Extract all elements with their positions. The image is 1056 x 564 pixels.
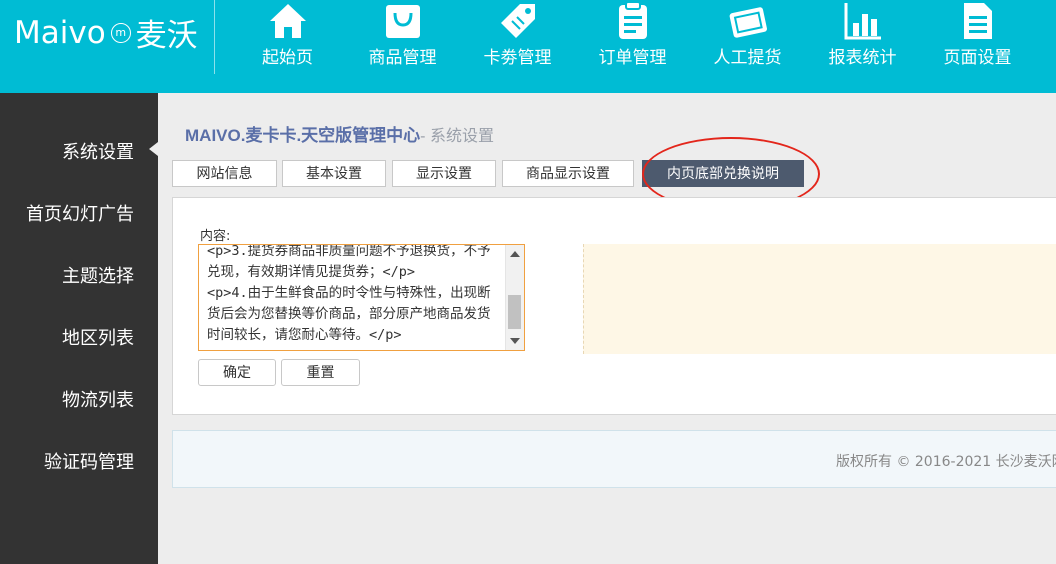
- preview-area: [583, 244, 1056, 354]
- shopping-bag-icon: [385, 5, 420, 38]
- page-title-text: MAIVO.麦卡卡.天空版管理中心: [185, 126, 421, 145]
- ticket-icon: [729, 7, 767, 38]
- logo-chinese-text: 麦沃: [135, 18, 198, 54]
- header-divider: [214, 0, 215, 74]
- scroll-up-arrow-icon[interactable]: [510, 251, 520, 257]
- footer: 版权所有 © 2016-2021 长沙麦沃网: [172, 430, 1056, 488]
- page-subtitle: - 系统设置: [420, 128, 494, 145]
- nav-label: 商品管理: [368, 48, 437, 68]
- nav-label: 卡劵管理: [483, 48, 552, 68]
- top-header: Maivo m 麦沃 起始页 商品管理 卡劵管理 订单管理 人工提货 报表统计: [0, 0, 1056, 93]
- document-icon: [963, 3, 992, 39]
- content-label: 内容:: [200, 229, 231, 244]
- content-textarea-value: <p>3.提货券商品非质量问题不予退换货，不予兑现，有效期详情见提货券；</p>…: [207, 244, 491, 343]
- nav-item-reports[interactable]: 报表统计: [805, 0, 920, 74]
- main-nav: 起始页 商品管理 卡劵管理 订单管理 人工提货 报表统计 页面设置 短: [230, 0, 1056, 74]
- scroll-down-arrow-icon[interactable]: [510, 338, 520, 344]
- sidebar-item-home-slides[interactable]: 首页幻灯广告: [26, 200, 134, 226]
- nav-item-home[interactable]: 起始页: [230, 0, 345, 74]
- sidebar-item-system-settings[interactable]: 系统设置: [62, 138, 134, 164]
- nav-label: 人工提货: [713, 48, 782, 68]
- nav-item-sms[interactable]: 短: [1035, 0, 1056, 74]
- settings-panel: 内容: <p>3.提货券商品非质量问题不予退换货，不予兑现，有效期详情见提货券；…: [172, 197, 1056, 415]
- logo-registered-mark: m: [110, 22, 131, 43]
- sidebar-item-theme[interactable]: 主题选择: [62, 262, 134, 288]
- nav-label: 报表统计: [828, 48, 897, 68]
- active-indicator-arrow: [149, 142, 158, 156]
- scrollbar-thumb[interactable]: [508, 295, 521, 329]
- reset-button[interactable]: 重置: [281, 359, 360, 386]
- tab-redeem-instructions[interactable]: 内页底部兑换说明: [642, 160, 804, 187]
- nav-label: 页面设置: [943, 48, 1012, 68]
- nav-item-manual-pickup[interactable]: 人工提货: [690, 0, 805, 74]
- content-textarea[interactable]: <p>3.提货券商品非质量问题不予退换货，不予兑现，有效期详情见提货券；</p>…: [198, 244, 525, 351]
- home-icon: [269, 4, 306, 38]
- page-title: MAIVO.麦卡卡.天空版管理中心- 系统设置: [185, 121, 494, 146]
- tab-site-info[interactable]: 网站信息: [172, 160, 277, 187]
- nav-item-coupons[interactable]: 卡劵管理: [460, 0, 575, 74]
- logo[interactable]: Maivo m 麦沃: [14, 10, 198, 55]
- tab-display-settings[interactable]: 显示设置: [392, 160, 496, 187]
- nav-label: 订单管理: [598, 48, 667, 68]
- clipboard-icon: [618, 1, 647, 39]
- sidebar-item-regions[interactable]: 地区列表: [62, 324, 134, 350]
- main-content: MAIVO.麦卡卡.天空版管理中心- 系统设置 网站信息 基本设置 显示设置 商…: [158, 93, 1056, 564]
- tab-basic-settings[interactable]: 基本设置: [282, 160, 386, 187]
- sidebar-item-logistics[interactable]: 物流列表: [62, 386, 134, 412]
- logo-text: Maivo: [14, 14, 106, 51]
- confirm-button[interactable]: 确定: [198, 359, 276, 386]
- nav-item-page-settings[interactable]: 页面设置: [920, 0, 1035, 74]
- sidebar: 系统设置 首页幻灯广告 主题选择 地区列表 物流列表 验证码管理: [0, 93, 158, 564]
- price-tag-icon: [500, 4, 535, 38]
- nav-item-orders[interactable]: 订单管理: [575, 0, 690, 74]
- nav-label: 起始页: [262, 48, 313, 68]
- bar-chart-icon: [844, 3, 881, 40]
- copyright-text: 版权所有 © 2016-2021 长沙麦沃网: [836, 454, 1056, 470]
- tab-product-display-settings[interactable]: 商品显示设置: [502, 160, 634, 187]
- sidebar-item-captcha[interactable]: 验证码管理: [44, 448, 134, 474]
- nav-item-products[interactable]: 商品管理: [345, 0, 460, 74]
- textarea-scrollbar[interactable]: [505, 245, 524, 350]
